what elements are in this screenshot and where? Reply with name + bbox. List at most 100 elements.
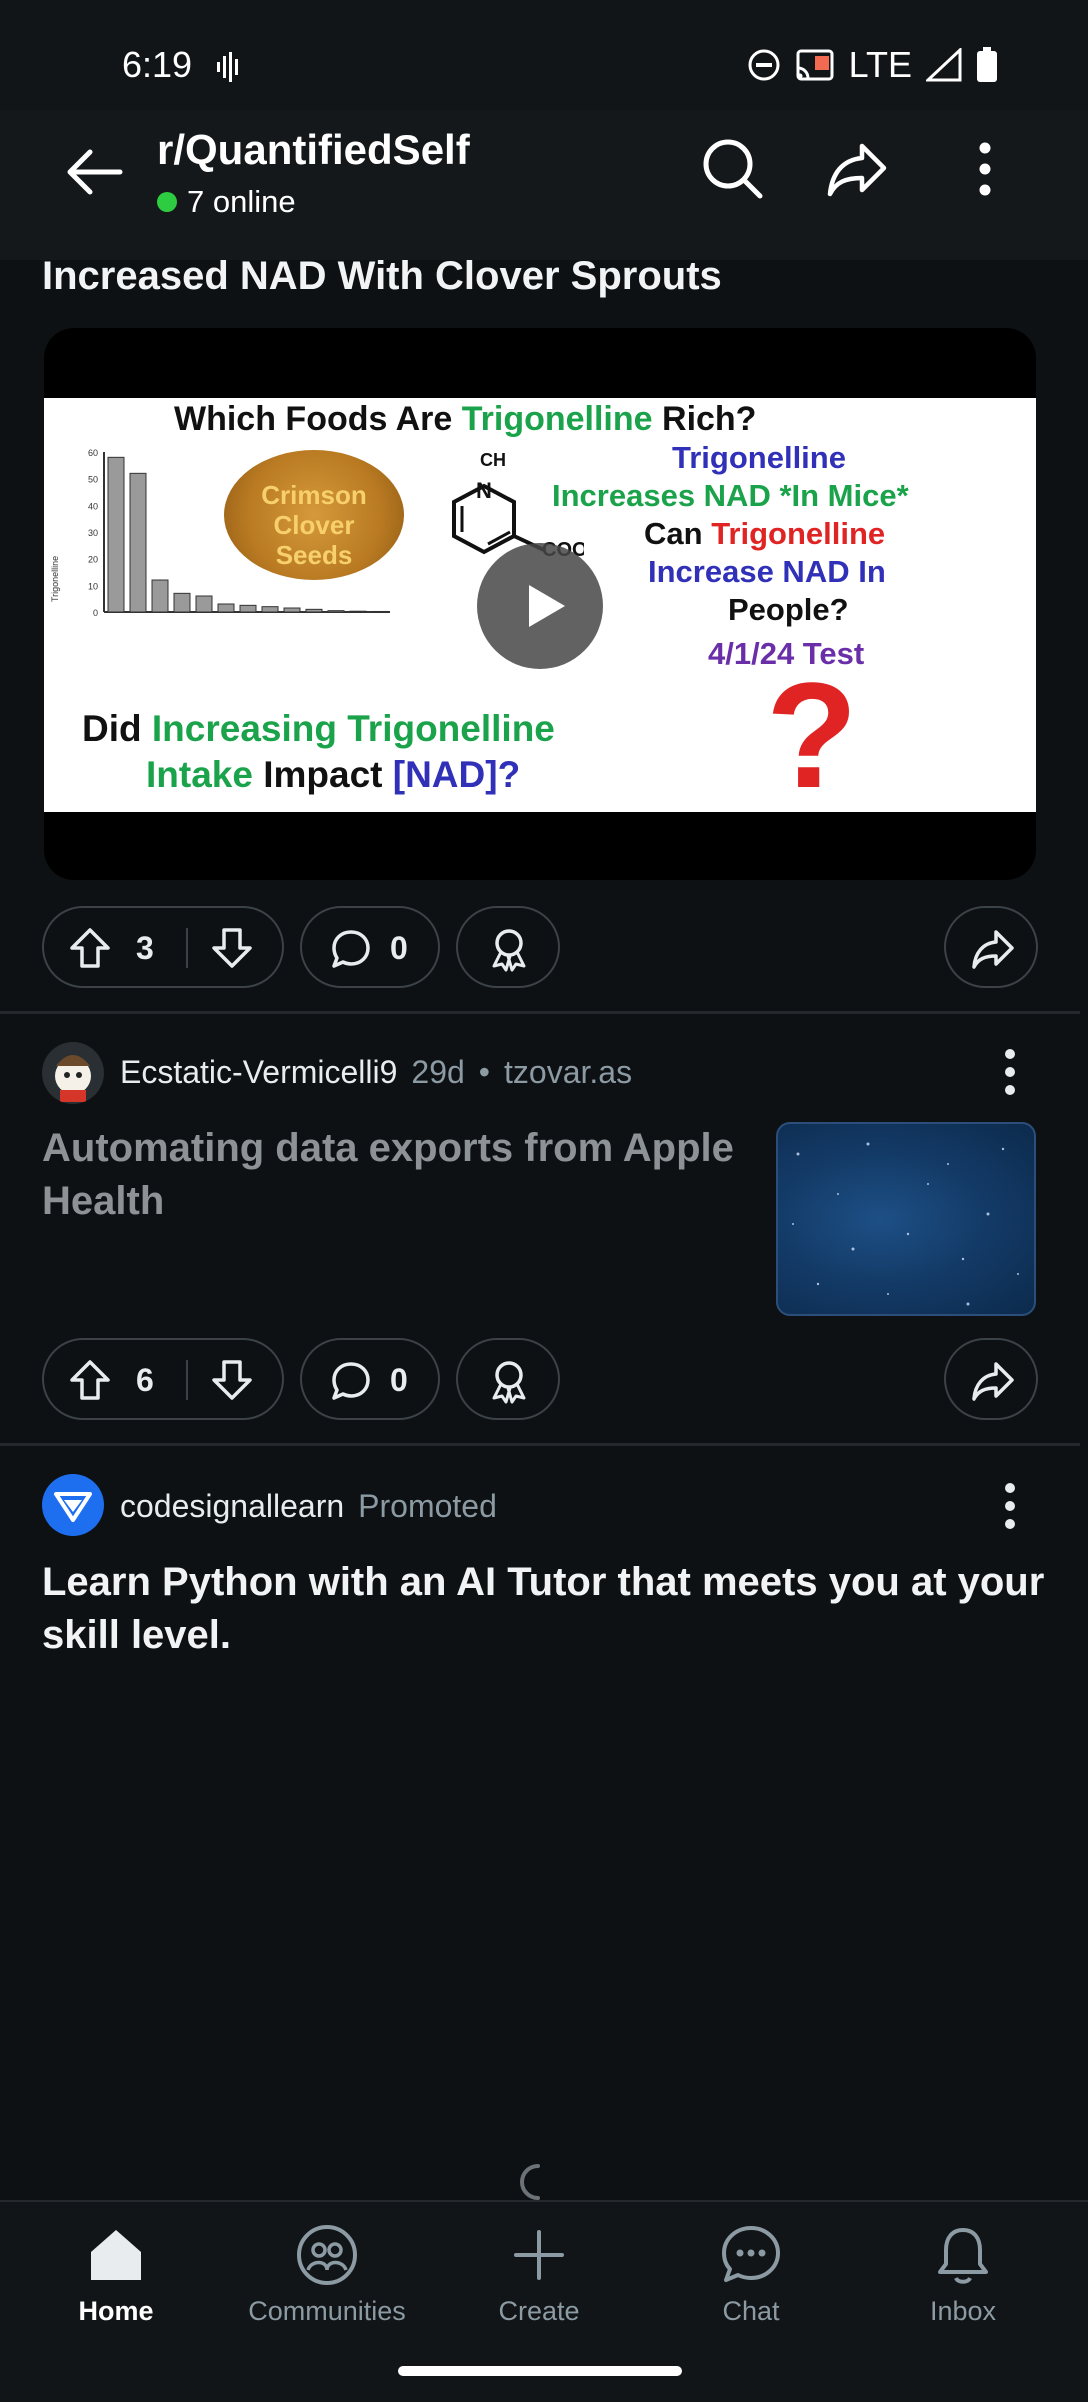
ad-title[interactable]: Learn Python with an AI Tutor that meets… bbox=[42, 1556, 1052, 1662]
post-options-icon[interactable] bbox=[980, 1042, 1040, 1102]
comment-icon bbox=[330, 1360, 372, 1402]
chart-bar bbox=[261, 606, 279, 613]
award-icon bbox=[486, 926, 532, 972]
share-icon[interactable] bbox=[824, 136, 890, 202]
nav-label: Communities bbox=[248, 2296, 406, 2326]
thumbnail-line: People? bbox=[728, 592, 849, 627]
nav-create[interactable]: Create bbox=[439, 2222, 639, 2327]
online-count-label: 7 online bbox=[187, 184, 296, 219]
post-age: 29d bbox=[411, 1054, 465, 1090]
chart-bar bbox=[217, 603, 235, 613]
nav-home[interactable]: Home bbox=[16, 2222, 216, 2327]
thumbnail-bottom-line: Intake Impact [NAD]? bbox=[146, 754, 521, 795]
signal-icon bbox=[926, 48, 962, 82]
avatar[interactable] bbox=[42, 1474, 104, 1536]
post-title[interactable]: Automating data exports from Apple Healt… bbox=[42, 1122, 742, 1228]
thumbnail-heading: Which Foods Are Trigonelline Rich? bbox=[174, 400, 757, 438]
post-divider bbox=[0, 1011, 1080, 1014]
downvote-icon[interactable] bbox=[210, 1358, 254, 1402]
cast-icon bbox=[795, 48, 835, 82]
chart-bar bbox=[283, 607, 301, 613]
award-button[interactable] bbox=[456, 906, 560, 988]
status-icons: LTE bbox=[747, 40, 1088, 90]
nav-label: Chat bbox=[722, 2296, 780, 2326]
chart-bar bbox=[173, 592, 191, 613]
voice-activity-icon bbox=[216, 52, 242, 82]
home-icon bbox=[91, 2230, 141, 2280]
post-thumbnail[interactable] bbox=[776, 1122, 1036, 1316]
nav-inbox[interactable]: Inbox bbox=[863, 2222, 1063, 2327]
thumbnail-line: Increases NAD *In Mice* bbox=[552, 478, 909, 513]
clover-seeds-image: Crimson Clover Seeds bbox=[224, 450, 404, 580]
more-options-icon[interactable] bbox=[960, 136, 1010, 202]
post-meta: Ecstatic-Vermicelli9 29d • tzovar.as bbox=[120, 1054, 632, 1091]
chart-bar bbox=[195, 595, 213, 613]
dnd-icon bbox=[747, 48, 781, 82]
online-indicator-icon bbox=[157, 192, 177, 212]
post-divider bbox=[0, 1443, 1080, 1446]
nav-label: Home bbox=[78, 2296, 154, 2326]
question-mark: ? bbox=[766, 651, 858, 819]
upvote-icon[interactable] bbox=[68, 926, 112, 970]
chart-bar bbox=[129, 472, 147, 613]
video-player[interactable]: Which Foods Are Trigonelline Rich? 60 50 4… bbox=[44, 328, 1036, 880]
share-button[interactable] bbox=[944, 906, 1038, 988]
subreddit-name[interactable]: r/QuantifiedSelf bbox=[157, 126, 470, 174]
share-icon bbox=[970, 1358, 1016, 1404]
loading-spinner-icon bbox=[516, 2160, 560, 2204]
starfield-image bbox=[792, 1142, 1019, 1306]
thumbnail-line: Trigonelline bbox=[672, 440, 846, 475]
back-button[interactable] bbox=[62, 140, 126, 204]
vote-control: 6 bbox=[42, 1338, 284, 1420]
chart-tick-label: 30 bbox=[88, 528, 98, 538]
thumbnail-line: Increase NAD In bbox=[648, 554, 886, 589]
ad-author[interactable]: codesignallearn bbox=[120, 1488, 344, 1525]
bell-icon bbox=[938, 2228, 988, 2284]
post-author[interactable]: Ecstatic-Vermicelli9 bbox=[120, 1054, 397, 1091]
nav-label: Inbox bbox=[929, 2296, 997, 2326]
search-icon[interactable] bbox=[700, 136, 766, 202]
comment-icon bbox=[330, 928, 372, 970]
nav-chat[interactable]: Chat bbox=[651, 2222, 851, 2327]
award-icon bbox=[486, 1358, 532, 1404]
avatar[interactable] bbox=[42, 1042, 104, 1104]
status-time: 6:19 bbox=[122, 44, 193, 85]
comment-count: 0 bbox=[390, 1362, 408, 1398]
comment-count: 0 bbox=[390, 930, 408, 966]
home-indicator bbox=[398, 2366, 682, 2376]
thumbnail-bottom-line: Did Increasing Trigonelline bbox=[82, 708, 555, 749]
post-domain[interactable]: tzovar.as bbox=[504, 1054, 632, 1091]
subreddit-header: r/QuantifiedSelf 7 online bbox=[0, 110, 1088, 260]
comments-button[interactable]: 0 bbox=[300, 906, 440, 988]
play-icon bbox=[529, 585, 565, 627]
meta-separator: • bbox=[478, 1054, 490, 1090]
chat-icon bbox=[722, 2226, 780, 2282]
upvote-count: 3 bbox=[136, 930, 154, 966]
share-icon bbox=[970, 926, 1016, 972]
promoted-badge: Promoted bbox=[358, 1488, 497, 1524]
post-title[interactable]: Increased NAD With Clover Sprouts bbox=[42, 254, 722, 299]
plus-icon bbox=[514, 2230, 564, 2280]
ad-meta: codesignallearn Promoted bbox=[120, 1488, 497, 1525]
chart-tick-label: 20 bbox=[88, 555, 98, 565]
chart-bar bbox=[107, 456, 125, 613]
downvote-icon[interactable] bbox=[210, 926, 254, 970]
chart-tick-label: 50 bbox=[88, 475, 98, 485]
communities-icon bbox=[297, 2225, 357, 2285]
thumbnail-line: Can Trigonelline bbox=[644, 516, 886, 551]
comments-button[interactable]: 0 bbox=[300, 1338, 440, 1420]
play-button[interactable] bbox=[477, 543, 603, 669]
upvote-count: 6 bbox=[136, 1362, 154, 1398]
chart-bar bbox=[371, 610, 389, 613]
chart-bar bbox=[239, 604, 257, 613]
upvote-icon[interactable] bbox=[68, 1358, 112, 1402]
nav-communities[interactable]: Communities bbox=[227, 2222, 427, 2327]
online-count: 7 online bbox=[157, 184, 296, 220]
svg-text:CH: CH bbox=[480, 450, 506, 470]
chart-tick-label: 60 bbox=[88, 448, 98, 458]
chart-tick-label: 0 bbox=[93, 608, 98, 618]
ad-options-icon[interactable] bbox=[980, 1476, 1040, 1536]
battery-icon bbox=[976, 47, 998, 83]
award-button[interactable] bbox=[456, 1338, 560, 1420]
share-button[interactable] bbox=[944, 1338, 1038, 1420]
